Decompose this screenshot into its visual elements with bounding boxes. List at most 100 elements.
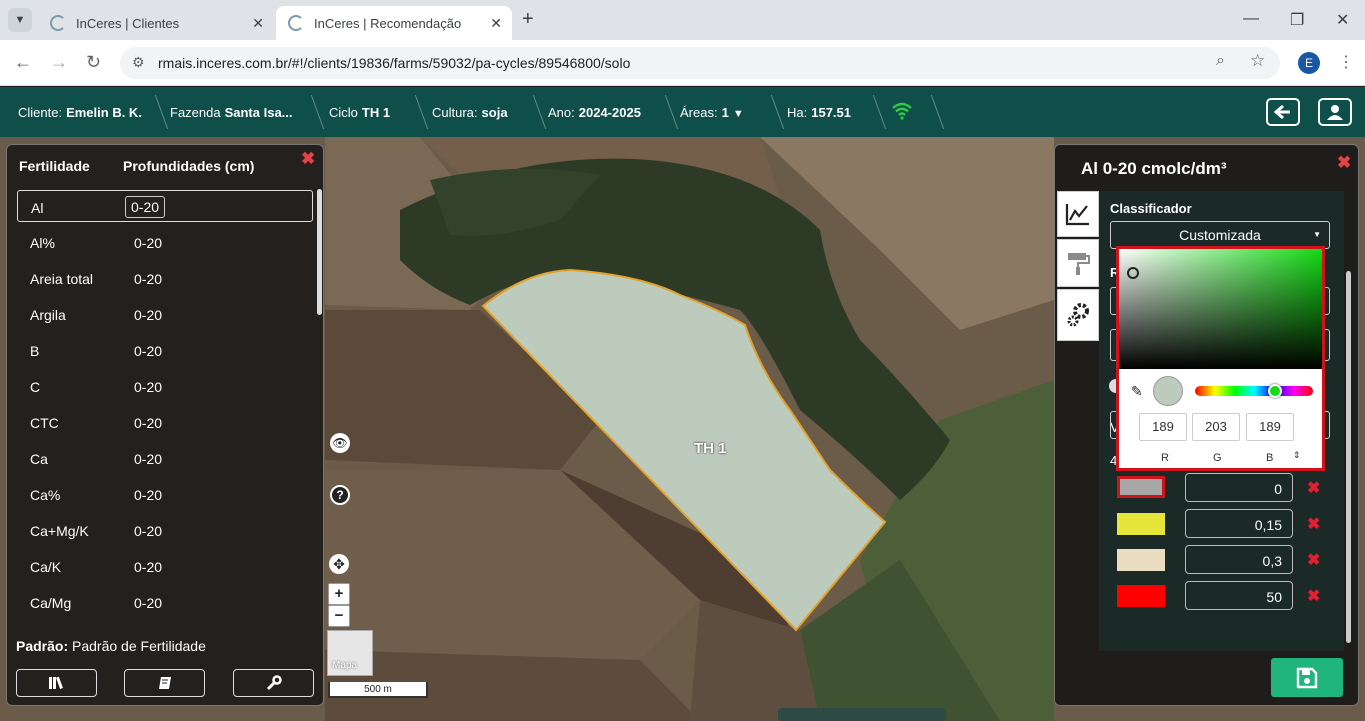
content-scrollbar[interactable] — [1346, 271, 1351, 643]
red-input[interactable]: 189 — [1139, 413, 1187, 441]
class-break-input[interactable]: 0,15 — [1185, 509, 1293, 538]
paint-roller-icon — [1068, 253, 1090, 275]
class-color-swatch[interactable] — [1117, 513, 1165, 535]
list-item[interactable]: Ca+Mg/K 0-20 — [17, 514, 313, 546]
profile-avatar[interactable]: E — [1298, 52, 1320, 74]
classifier-select[interactable]: Customizada ▼ — [1110, 221, 1330, 249]
layer-name: Al% — [30, 235, 55, 251]
header-label: Áreas: — [680, 105, 718, 120]
close-window-icon[interactable]: ✕ — [1336, 10, 1349, 30]
library-button[interactable] — [16, 669, 97, 697]
site-info-icon[interactable]: ⚙ — [132, 54, 145, 71]
class-color-swatch[interactable] — [1117, 476, 1165, 498]
back-icon[interactable]: ← — [14, 52, 32, 73]
forward-icon[interactable]: → — [50, 52, 68, 73]
restore-icon[interactable]: ❐ — [1290, 10, 1304, 30]
header-value: soja — [481, 105, 508, 120]
new-tab-button[interactable]: + — [522, 8, 534, 31]
list-item[interactable]: Ca/Mg 0-20 — [17, 586, 313, 618]
class-color-swatch[interactable] — [1117, 549, 1165, 571]
bookmark-star-icon[interactable]: ☆ — [1250, 51, 1265, 71]
class-break-input[interactable]: 0,3 — [1185, 545, 1293, 574]
address-bar[interactable]: ⚙ rmais.inceres.com.br/#!/clients/19836/… — [120, 47, 1280, 79]
list-item[interactable]: Ca 0-20 — [17, 442, 313, 474]
delete-class-icon[interactable]: ✖ — [1307, 478, 1320, 498]
list-item[interactable]: Al 0-20 — [17, 190, 313, 222]
green-input[interactable]: 203 — [1192, 413, 1240, 441]
class-color-swatch[interactable] — [1117, 585, 1165, 607]
depth-value[interactable]: 0-20 — [134, 415, 162, 431]
list-item[interactable]: Argila 0-20 — [17, 298, 313, 330]
blue-input[interactable]: 189 — [1246, 413, 1294, 441]
close-tab-icon[interactable]: ✕ — [252, 15, 264, 32]
delete-class-icon[interactable]: ✖ — [1307, 514, 1320, 534]
basemap-toggle[interactable]: Mapa — [327, 630, 373, 676]
header-client[interactable]: Cliente: Emelin B. K. — [18, 105, 142, 120]
class-break-input[interactable]: 50 — [1185, 581, 1293, 610]
browser-tab-clientes[interactable]: InCeres | Clientes ✕ — [38, 6, 274, 40]
list-item[interactable]: CTC 0-20 — [17, 406, 313, 438]
color-cursor[interactable] — [1127, 267, 1139, 279]
depth-value[interactable]: 0-20 — [134, 307, 162, 323]
class-break-input[interactable]: 0 — [1185, 473, 1293, 502]
tab-chart[interactable] — [1057, 191, 1099, 237]
pattern-label: Padrão: — [16, 638, 69, 654]
header-cycle[interactable]: Ciclo TH 1 — [329, 105, 390, 120]
format-toggle-icon[interactable]: ⇕ — [1293, 450, 1301, 461]
hue-handle[interactable] — [1268, 384, 1282, 398]
save-button[interactable] — [1271, 658, 1343, 697]
user-button[interactable] — [1318, 98, 1352, 126]
close-panel-icon[interactable]: ✖ — [1337, 153, 1351, 173]
header-areas-dropdown[interactable]: Áreas: 1 ▼ — [680, 105, 744, 120]
depth-value[interactable]: 0-20 — [134, 487, 162, 503]
layer-name: Argila — [30, 307, 66, 323]
list-item[interactable]: Areia total 0-20 — [17, 262, 313, 294]
depth-value[interactable]: 0-20 — [134, 271, 162, 287]
zoom-icon[interactable]: ⌕ — [1216, 52, 1225, 70]
depth-value[interactable]: 0-20 — [134, 451, 162, 467]
header-year[interactable]: Ano: 2024-2025 — [548, 105, 641, 120]
visibility-toggle-icon[interactable]: 👁 — [330, 433, 350, 453]
depth-value[interactable]: 0-20 — [134, 343, 162, 359]
zoom-in-button[interactable]: + — [328, 583, 350, 605]
settings-wrench-button[interactable] — [233, 669, 314, 697]
header-crop[interactable]: Cultura: soja — [432, 105, 508, 120]
tab-style[interactable] — [1057, 239, 1099, 287]
close-panel-icon[interactable]: ✖ — [301, 149, 315, 169]
list-item[interactable]: C 0-20 — [17, 370, 313, 402]
layer-name: CTC — [30, 415, 59, 431]
breadcrumb-separator — [911, 95, 945, 129]
depth-value[interactable]: 0-20 — [134, 235, 162, 251]
zoom-out-button[interactable]: − — [328, 605, 350, 627]
fertility-layer-panel: Fertilidade Profundidades (cm) ✖ Al 0-20… — [6, 144, 324, 706]
delete-class-icon[interactable]: ✖ — [1307, 586, 1320, 606]
close-tab-icon[interactable]: ✕ — [490, 15, 502, 32]
list-item[interactable]: Ca/K 0-20 — [17, 550, 313, 582]
eyedropper-icon[interactable]: ✎ — [1131, 383, 1143, 400]
tab-search-button[interactable]: ▼ — [8, 8, 32, 32]
browser-menu-icon[interactable]: ⋮ — [1338, 52, 1354, 72]
pan-icon[interactable]: ✥ — [329, 554, 349, 574]
hue-slider[interactable] — [1195, 384, 1313, 398]
depth-value[interactable]: 0-20 — [134, 595, 162, 611]
header-value: 157.51 — [811, 105, 851, 120]
notebook-button[interactable] — [124, 669, 205, 697]
help-icon[interactable]: ? — [330, 485, 350, 505]
list-item[interactable]: Ca% 0-20 — [17, 478, 313, 510]
header-farm[interactable]: Fazenda Santa Isa... — [170, 105, 293, 120]
delete-class-icon[interactable]: ✖ — [1307, 550, 1320, 570]
breadcrumb-separator — [291, 95, 325, 129]
depth-value[interactable]: 0-20 — [134, 559, 162, 575]
list-item[interactable]: B 0-20 — [17, 334, 313, 366]
tab-settings[interactable] — [1057, 289, 1099, 341]
depth-value[interactable]: 0-20 — [134, 379, 162, 395]
minimize-icon[interactable]: — — [1243, 10, 1259, 28]
classifier-value: Customizada — [1179, 227, 1261, 243]
depth-value[interactable]: 0-20 — [134, 523, 162, 539]
saturation-value-area[interactable] — [1119, 249, 1322, 369]
reload-icon[interactable]: ↻ — [86, 52, 101, 73]
depth-value[interactable]: 0-20 — [125, 196, 166, 218]
list-item[interactable]: Al% 0-20 — [17, 226, 313, 258]
browser-tab-recomendacao[interactable]: InCeres | Recomendação ✕ — [276, 6, 512, 40]
back-button[interactable] — [1266, 98, 1300, 126]
